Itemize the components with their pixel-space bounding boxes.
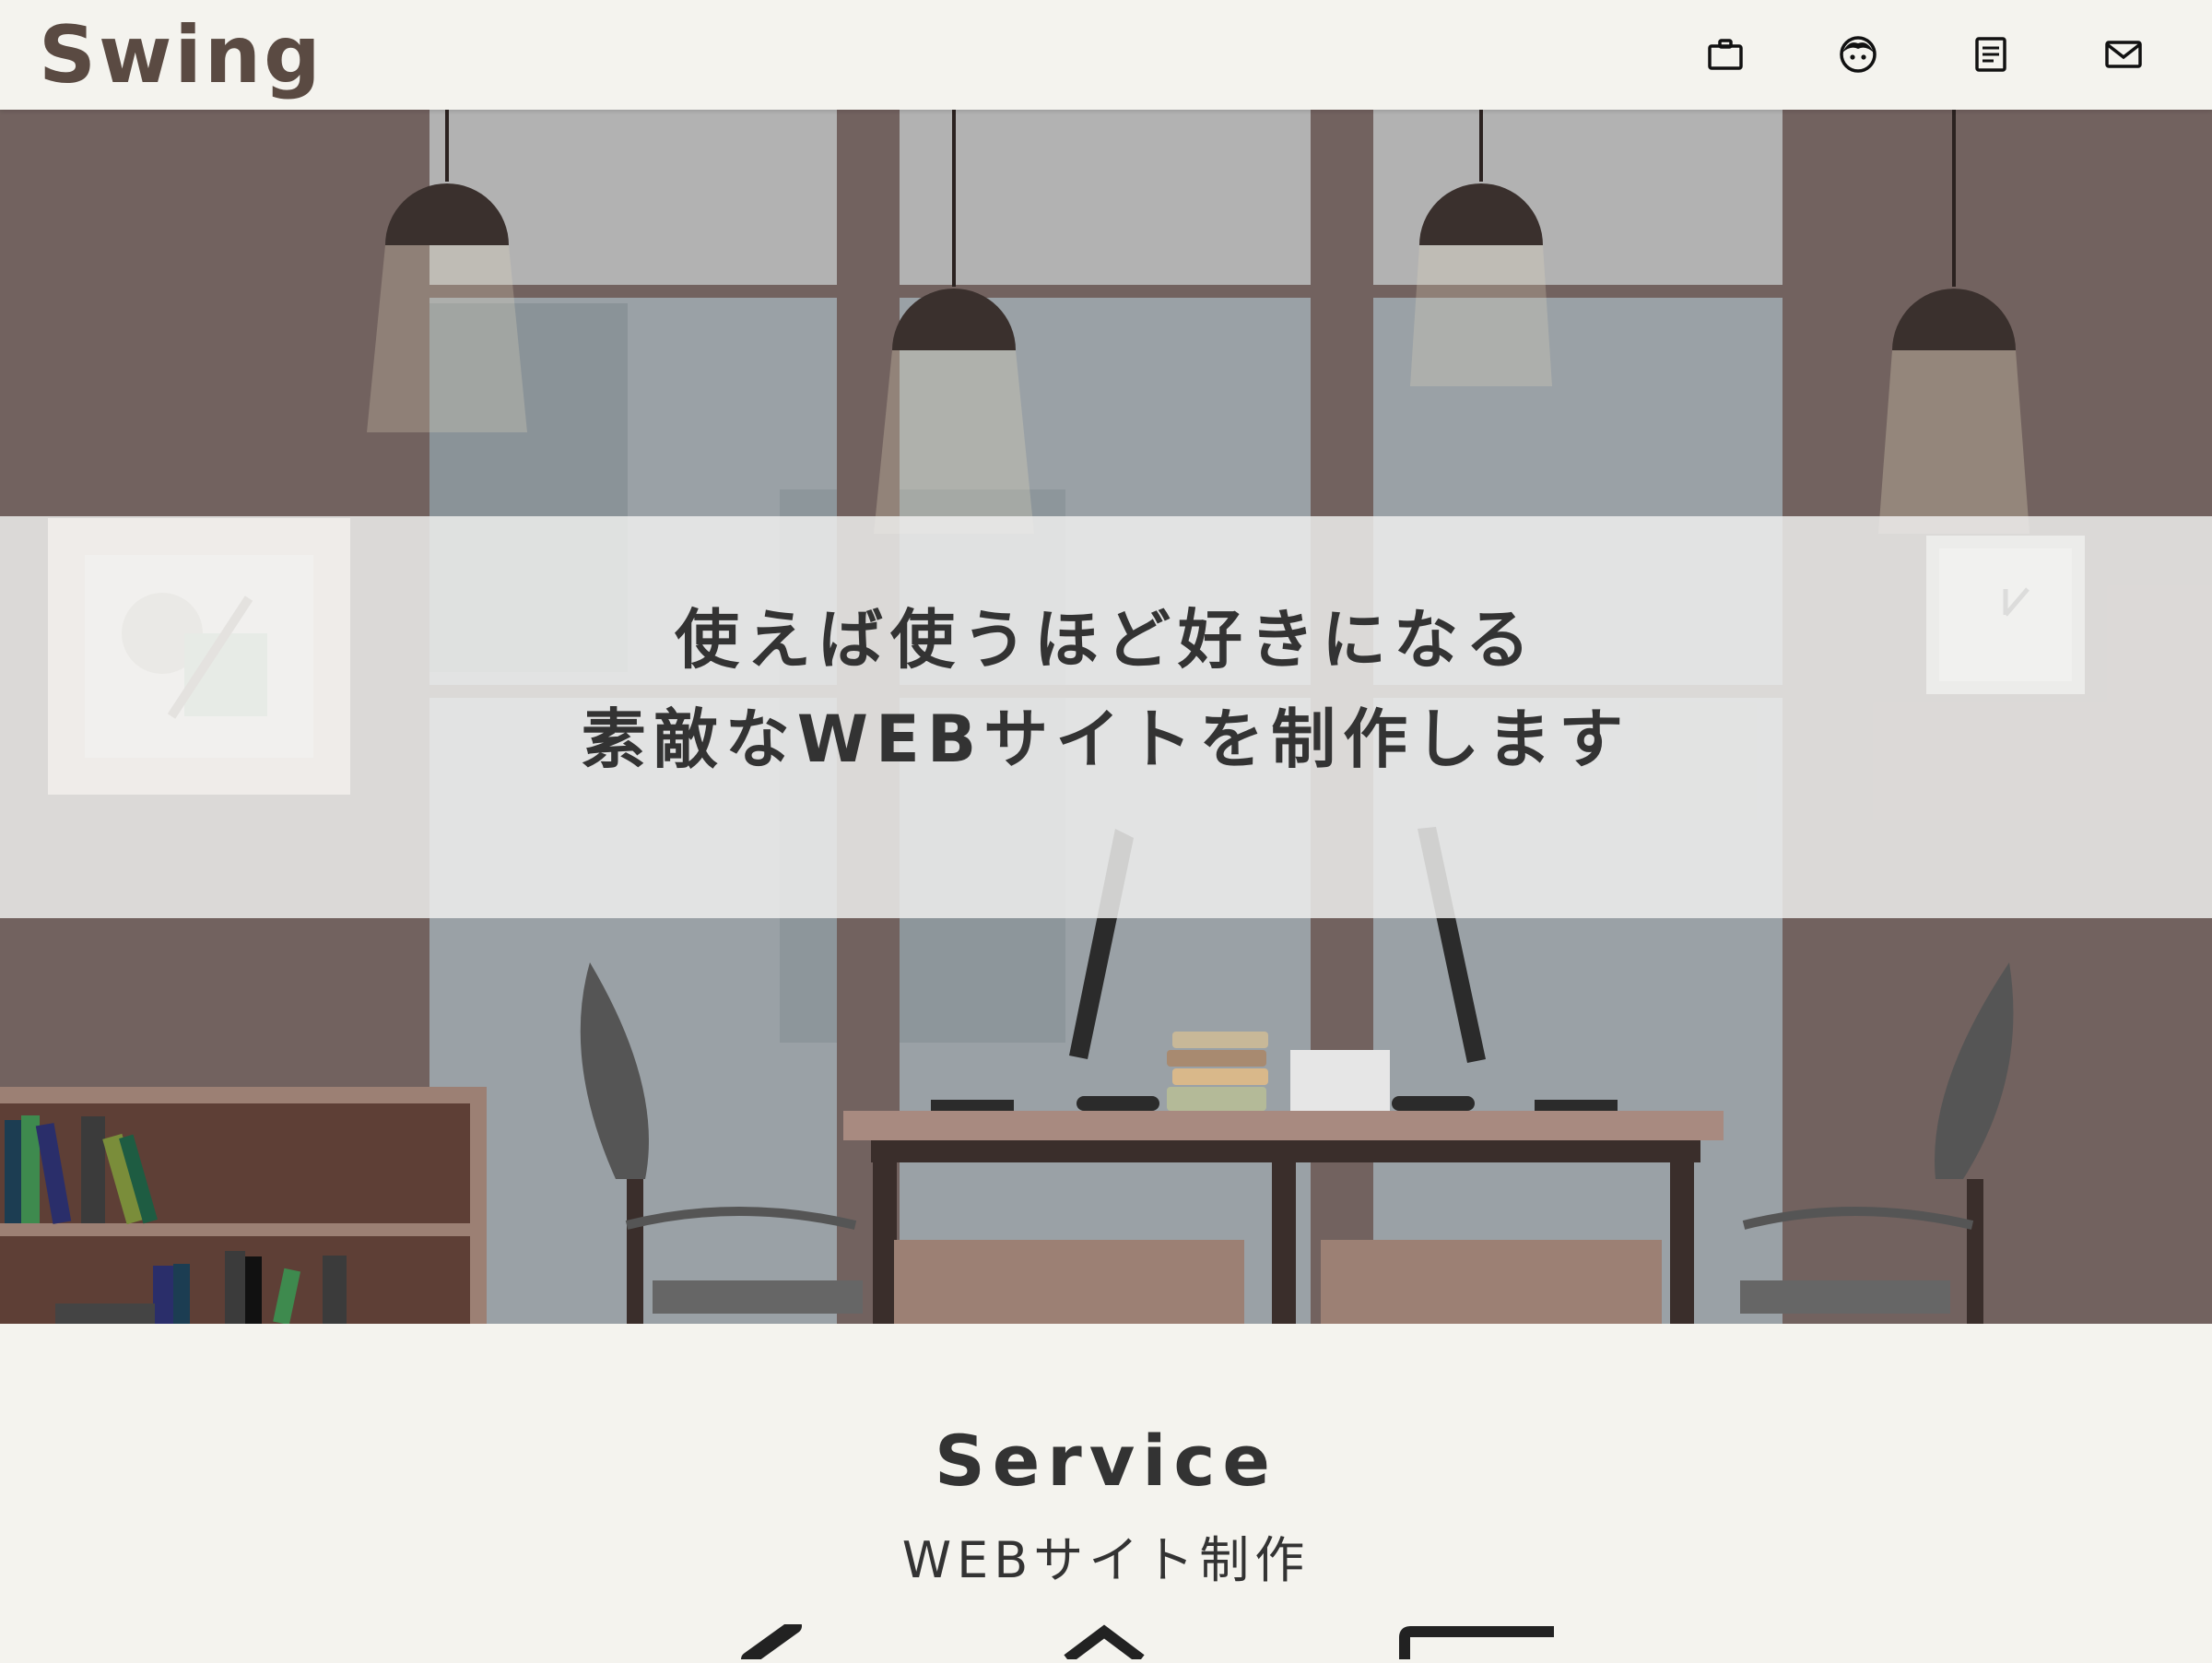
pen-icon	[737, 1619, 811, 1663]
service-title: Service	[935, 1420, 1277, 1502]
monitor-icon	[1397, 1624, 1554, 1663]
face-icon[interactable]	[1836, 32, 1880, 77]
hero-section: 使えば使うほど好きになる 素敵なWEBサイトを制作します	[0, 110, 2212, 1324]
chevron-icon	[1058, 1624, 1150, 1663]
mail-icon[interactable]	[2101, 32, 2146, 77]
hero-text-band: 使えば使うほど好きになる 素敵なWEBサイトを制作します	[0, 516, 2212, 918]
site-logo[interactable]: Swing	[39, 9, 324, 101]
service-subtitle: WEBサイト制作	[901, 1531, 1311, 1589]
site-header: Swing	[0, 0, 2212, 110]
document-icon[interactable]	[1969, 32, 2013, 77]
hero-headline-line-2: 素敵なWEBサイトを制作します	[581, 702, 1631, 777]
briefcase-icon[interactable]	[1703, 32, 1747, 77]
hero-headline-line-1: 使えば使うほど好きになる	[675, 602, 1537, 678]
